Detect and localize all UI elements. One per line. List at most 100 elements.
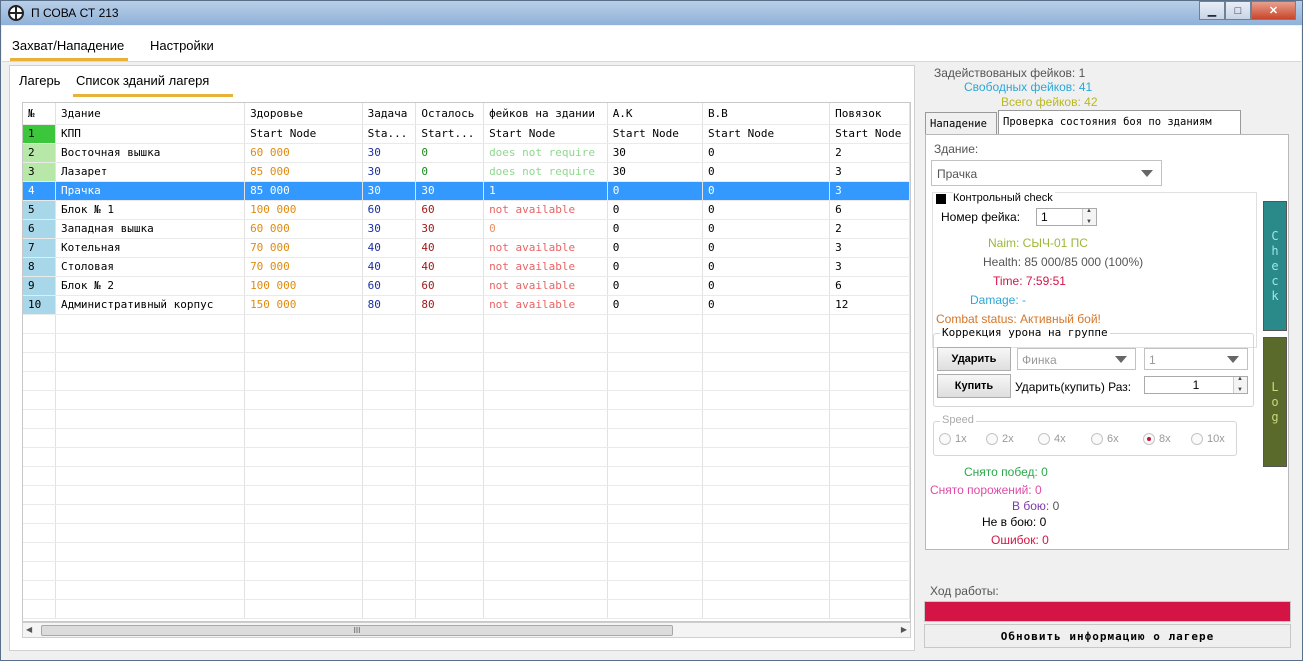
fake-number-input[interactable]: 1 [1036,208,1097,226]
empty-cell [55,523,246,543]
empty-cell [607,409,703,429]
empty-cell [55,542,246,562]
empty-cell [415,599,485,619]
subtab-camp[interactable]: Лагерь [19,73,60,88]
empty-cell [483,504,608,524]
vertical-letter: k [1271,288,1279,303]
tab-settings[interactable]: Настройки [150,38,214,53]
empty-cell [415,466,485,486]
tab-attack[interactable]: Нападение [925,112,997,134]
speed-2x-label: 2x [1002,433,1014,445]
table-row[interactable]: 9 Блок № 2 100 000 60 60 not available 0 0 6 [23,276,910,296]
empty-cell [415,447,485,467]
times-input[interactable]: 1 [1144,376,1248,394]
table-row[interactable]: 7 Котельная 70 000 40 40 not available 0 0 3 [23,238,910,258]
tab-battle-check[interactable]: Проверка состояния боя по зданиям [998,110,1241,134]
empty-cell [415,561,485,581]
empty-cell [244,333,363,353]
subtab-building-list[interactable]: Список зданий лагеря [72,73,234,97]
speed-10x[interactable]: 10x [1191,433,1225,445]
counter-errors-label: Ошибок: [991,533,1039,547]
scroll-right-icon[interactable]: ▶ [901,625,907,634]
table-row[interactable]: 8 Столовая 70 000 40 40 not available 0 0 3 [23,257,910,277]
speed-8x[interactable]: 8x [1143,433,1171,445]
empty-cell [55,599,246,619]
horizontal-scrollbar[interactable]: ◀ III ▶ [22,622,911,638]
column-header[interactable]: Осталось [415,103,485,125]
check-button[interactable]: Check [1263,201,1287,331]
count-select[interactable]: 1 [1144,348,1248,370]
table-cell-idx: 2 [23,143,57,163]
empty-cell [244,504,363,524]
column-header[interactable]: А.К [607,103,703,125]
empty-row [23,561,910,581]
update-camp-info-button[interactable]: Обновить информацию о лагере [924,624,1291,648]
item-select[interactable]: Финка [1017,348,1136,370]
table-cell-health: Start Node [244,124,363,144]
scroll-thumb[interactable]: III [41,625,673,636]
empty-cell [829,390,910,410]
buildings-table[interactable]: № Здание Здоровье Задача Осталось фейков на з… [22,102,911,622]
empty-cell [607,580,703,600]
log-button[interactable]: Log [1263,337,1287,467]
close-button[interactable]: ✕ [1251,1,1296,20]
empty-cell [362,580,417,600]
speed-4x[interactable]: 4x [1038,433,1066,445]
speed-6x[interactable]: 6x [1091,433,1119,445]
spin-arrows-icon[interactable] [1233,376,1247,393]
table-row[interactable]: 5 Блок № 1 100 000 60 60 not available 0 0 6 [23,200,910,220]
speed-1x[interactable]: 1x [939,433,967,445]
empty-cell [483,409,608,429]
column-header[interactable]: В.В [702,103,831,125]
app-window: П СОВА СТ 213 ▁ □ ✕ Захват/Нападение Нас… [0,0,1303,661]
table-row[interactable]: 1 КПП Start Node Sta... Start... Start Node St… [23,124,910,144]
minimize-button[interactable]: ▁ [1199,1,1225,20]
table-cell-name: Административный корпус [55,295,246,315]
column-header[interactable]: фейков на здании [483,103,608,125]
vertical-letter: h [1271,243,1279,258]
empty-cell [702,580,831,600]
table-cell-task: 60 [362,200,417,220]
strike-button[interactable]: Ударить [937,347,1011,371]
buy-button[interactable]: Купить [937,374,1011,398]
empty-cell [362,504,417,524]
window-title: П СОВА СТ 213 [31,6,119,20]
table-row[interactable]: 10 Административный корпус 150 000 80 80 not … [23,295,910,315]
table-cell-task: 60 [362,276,417,296]
table-row[interactable]: 2 Восточная вышка 60 000 30 0 does not requir… [23,143,910,163]
tab-capture-attack[interactable]: Захват/Нападение [9,38,129,61]
empty-cell [362,428,417,448]
empty-row [23,485,910,505]
table-cell-health: 85 000 [244,162,363,182]
table-cell-name: Блок № 1 [55,200,246,220]
empty-cell [483,447,608,467]
control-check-checkbox[interactable] [936,194,946,204]
empty-row [23,523,910,543]
table-cell-idx: 5 [23,200,57,220]
table-row[interactable]: 4 Прачка 85 000 30 30 1 0 0 3 [23,181,910,201]
column-header[interactable]: Повязок [829,103,910,125]
column-header[interactable]: Здание [55,103,246,125]
empty-row [23,542,910,562]
table-cell-name: Котельная [55,238,246,258]
spin-arrows-icon[interactable] [1082,208,1096,225]
column-header[interactable]: № [23,103,57,125]
maximize-button[interactable]: □ [1225,1,1251,20]
building-select[interactable]: Прачка [931,160,1162,186]
table-cell-vv: 0 [702,181,831,201]
table-cell-fakes: not available [483,276,608,296]
speed-6x-label: 6x [1107,433,1119,445]
empty-cell [415,390,485,410]
table-row[interactable]: 6 Западная вышка 60 000 30 30 0 0 0 2 [23,219,910,239]
column-header[interactable]: Здоровье [244,103,363,125]
table-header-row: № Здание Здоровье Задача Осталось фейков на з… [23,103,910,125]
empty-cell [607,371,703,391]
empty-cell [607,542,703,562]
table-cell-name: Западная вышка [55,219,246,239]
speed-2x[interactable]: 2x [986,433,1014,445]
table-row[interactable]: 3 Лазарет 85 000 30 0 does not require 30 0 3 [23,162,910,182]
column-header[interactable]: Задача [362,103,417,125]
speed-1x-label: 1x [955,433,967,445]
scroll-left-icon[interactable]: ◀ [26,625,32,634]
empty-cell [55,409,246,429]
